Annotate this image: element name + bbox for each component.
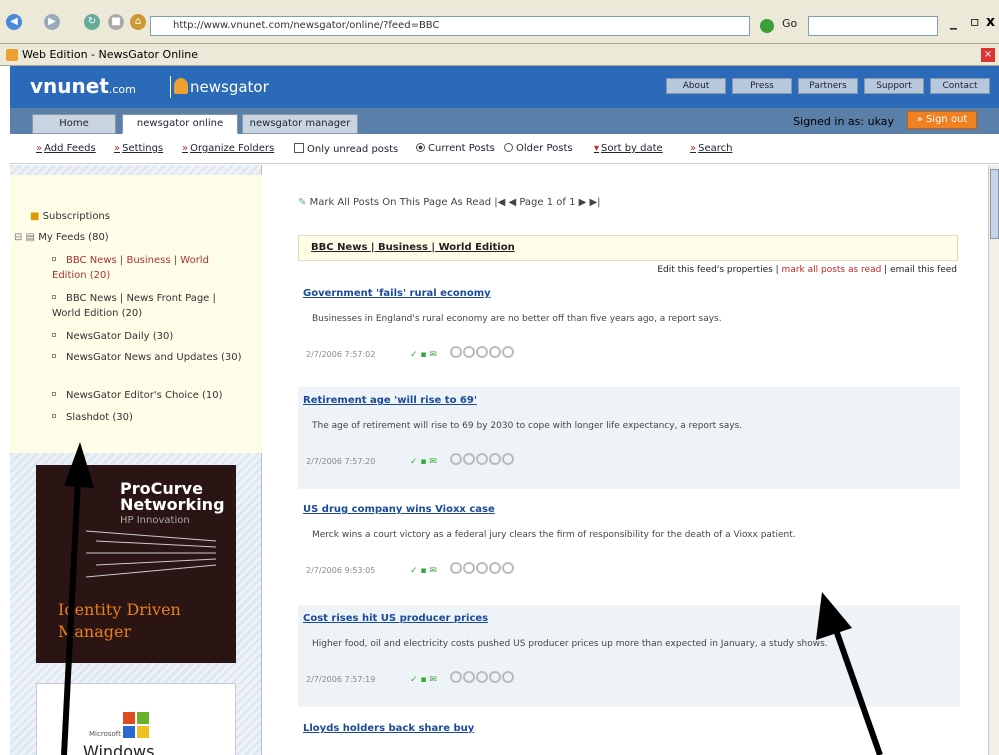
article-action-icons[interactable]: ✓ ▪ ✉ bbox=[410, 350, 437, 360]
rating-stars[interactable] bbox=[450, 453, 515, 468]
signed-in-user: Signed in as: ukay bbox=[793, 115, 894, 128]
tab-title[interactable]: Web Edition - NewsGator Online bbox=[22, 48, 198, 61]
logo-separator bbox=[170, 76, 171, 98]
newsgator-logo[interactable]: newsgator bbox=[190, 78, 269, 96]
article-timestamp: 2/7/2006 7:57:19 bbox=[306, 675, 376, 684]
press-link[interactable]: Press bbox=[732, 78, 792, 94]
article: Cost rises hit US producer prices Higher… bbox=[298, 605, 960, 707]
tab-newsgator-manager[interactable]: newsgator manager bbox=[242, 114, 358, 134]
rating-stars[interactable] bbox=[450, 671, 515, 686]
article-title[interactable]: Retirement age 'will rise to 69' bbox=[303, 395, 477, 406]
older-posts-radio[interactable]: Older Posts bbox=[504, 143, 573, 154]
newsgator-logo-icon bbox=[174, 78, 188, 94]
feed-title-bar: BBC News | Business | World Edition bbox=[298, 235, 958, 261]
feed-item-newsgator-daily[interactable]: NewsGator Daily (30) bbox=[52, 329, 242, 344]
article-body: The age of retirement will rise to 69 by… bbox=[312, 421, 743, 431]
page-scrollbar[interactable] bbox=[988, 165, 999, 755]
tab-home[interactable]: Home bbox=[32, 114, 116, 134]
article: Lloyds holders back share buy bbox=[298, 715, 960, 755]
feed-toolbar: » Add Feeds » Settings » Organize Folders O… bbox=[10, 134, 999, 164]
contact-link[interactable]: Contact bbox=[930, 78, 990, 94]
home-icon[interactable]: ⌂ bbox=[130, 14, 146, 30]
feed-item-bbc-front-page[interactable]: BBC News | News Front Page | World Editi… bbox=[52, 291, 242, 321]
add-feeds-link[interactable]: » Add Feeds bbox=[36, 143, 96, 154]
subscriptions-item[interactable]: ■ Subscriptions bbox=[30, 209, 110, 224]
feed-item-bbc-business[interactable]: BBC News | Business | World Edition (20) bbox=[52, 253, 242, 283]
sort-by-date-link[interactable]: ▾ Sort by date bbox=[594, 143, 663, 154]
maximize-button[interactable]: ▫ bbox=[970, 14, 980, 30]
back-icon[interactable]: ◀ bbox=[6, 14, 22, 30]
article: Government 'fails' rural economy Busines… bbox=[298, 280, 960, 382]
current-posts-radio[interactable]: Current Posts bbox=[416, 143, 495, 154]
browser-toolbar: ◀ ▶ ↻ ■ ⌂ http://www.vnunet.com/newsgato… bbox=[0, 0, 999, 44]
article-action-icons[interactable]: ✓ ▪ ✉ bbox=[410, 675, 437, 685]
ad-title: ProCurve Networking bbox=[120, 479, 225, 514]
article-body: Businesses in England's rural economy ar… bbox=[312, 314, 722, 324]
article-action-icons[interactable]: ✓ ▪ ✉ bbox=[410, 566, 437, 576]
procurve-ad[interactable]: ProCurve Networking HP Innovation Identi… bbox=[36, 465, 236, 663]
ad-small-text: Microsoft bbox=[89, 730, 121, 738]
article-timestamp: 2/7/2006 7:57:20 bbox=[306, 457, 376, 466]
rating-stars[interactable] bbox=[450, 346, 515, 361]
article-timestamp: 2/7/2006 9:53:05 bbox=[306, 566, 376, 575]
ad-tagline: Identity Driven Manager bbox=[58, 600, 181, 641]
sidebar: ■ Subscriptions ⊟ ▤ My Feeds (80) BBC Ne… bbox=[10, 165, 262, 755]
pager[interactable]: ✎ Mark All Posts On This Page As Read |◀… bbox=[298, 197, 601, 208]
ad-subtitle: HP Innovation bbox=[120, 515, 190, 526]
forward-icon[interactable]: ▶ bbox=[44, 14, 60, 30]
windows-logo-icon bbox=[123, 712, 149, 738]
tab-newsgator-online[interactable]: newsgator online bbox=[122, 114, 238, 134]
only-unread-checkbox[interactable]: Only unread posts bbox=[294, 143, 398, 155]
network-lines-icon bbox=[85, 530, 217, 578]
feed-actions[interactable]: Edit this feed's properties | mark all p… bbox=[657, 265, 957, 275]
go-button[interactable]: Go bbox=[782, 17, 797, 30]
support-link[interactable]: Support bbox=[864, 78, 924, 94]
tab-close-icon[interactable]: × bbox=[981, 48, 995, 62]
article-title[interactable]: Government 'fails' rural economy bbox=[303, 288, 491, 299]
refresh-icon[interactable]: ↻ bbox=[84, 14, 100, 30]
article-title[interactable]: Lloyds holders back share buy bbox=[303, 723, 474, 734]
address-bar[interactable]: http://www.vnunet.com/newsgator/online/?… bbox=[150, 16, 750, 36]
tab-favicon-icon bbox=[6, 49, 18, 61]
rating-stars[interactable] bbox=[450, 562, 515, 577]
windows-ad[interactable]: Microsoft Windows bbox=[36, 683, 236, 755]
settings-link[interactable]: » Settings bbox=[114, 143, 163, 154]
article-body: Higher food, oil and electricity costs p… bbox=[312, 639, 828, 649]
minimize-button[interactable]: _ bbox=[950, 14, 957, 30]
article-timestamp: 2/7/2006 7:57:02 bbox=[306, 350, 376, 359]
vnunet-logo[interactable]: vnunet.com bbox=[30, 74, 136, 98]
my-feeds-folder[interactable]: ⊟ ▤ My Feeds (80) bbox=[14, 230, 109, 245]
tab-bar: Web Edition - NewsGator Online × bbox=[0, 44, 999, 66]
close-window-button[interactable]: x bbox=[986, 14, 995, 30]
site-nav: Home newsgator online newsgator manager … bbox=[10, 108, 999, 134]
feed-item-newsgator-news[interactable]: NewsGator News and Updates (30) bbox=[52, 350, 242, 365]
windows-ad-title: Windows bbox=[83, 742, 155, 755]
main-content: ✎ Mark All Posts On This Page As Read |◀… bbox=[262, 165, 999, 755]
article: Retirement age 'will rise to 69' The age… bbox=[298, 387, 960, 489]
article-title[interactable]: Cost rises hit US producer prices bbox=[303, 613, 488, 624]
feed-item-slashdot[interactable]: Slashdot (30) bbox=[52, 410, 242, 425]
article-title[interactable]: US drug company wins Vioxx case bbox=[303, 504, 495, 515]
search-link[interactable]: » Search bbox=[690, 143, 732, 154]
about-link[interactable]: About bbox=[666, 78, 726, 94]
scroll-thumb[interactable] bbox=[990, 169, 999, 239]
article-action-icons[interactable]: ✓ ▪ ✉ bbox=[410, 457, 437, 467]
feed-item-editors-choice[interactable]: NewsGator Editor's Choice (10) bbox=[52, 388, 252, 403]
partners-link[interactable]: Partners bbox=[798, 78, 858, 94]
site-header: vnunet.com newsgator About Press Partner… bbox=[10, 66, 999, 108]
article: US drug company wins Vioxx case Merck wi… bbox=[298, 496, 960, 598]
feed-tree: ■ Subscriptions ⊟ ▤ My Feeds (80) BBC Ne… bbox=[10, 175, 262, 453]
sign-out-button[interactable]: » Sign out bbox=[907, 111, 977, 129]
go-icon[interactable] bbox=[760, 19, 774, 33]
stop-icon[interactable]: ■ bbox=[108, 14, 124, 30]
feed-title-link[interactable]: BBC News | Business | World Edition bbox=[311, 242, 515, 253]
search-input[interactable] bbox=[808, 16, 938, 36]
organize-folders-link[interactable]: » Organize Folders bbox=[182, 143, 274, 154]
article-body: Merck wins a court victory as a federal … bbox=[312, 530, 796, 540]
